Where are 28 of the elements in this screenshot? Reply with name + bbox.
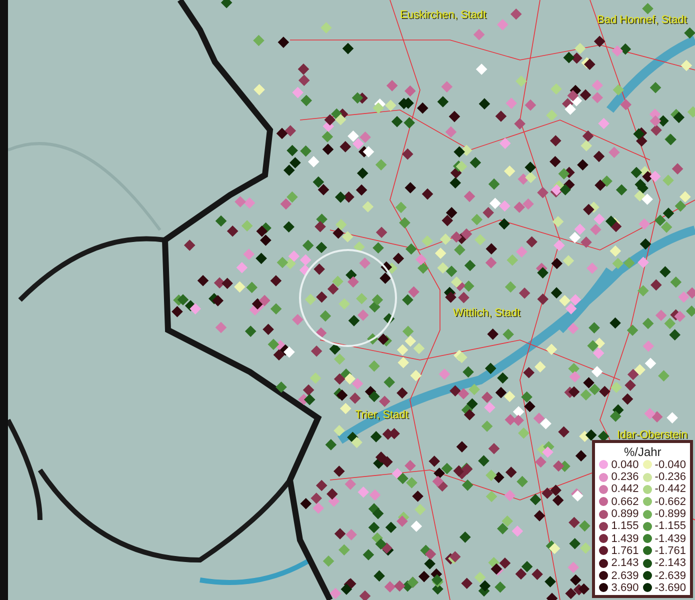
- place-label: Bad Honnef, Stadt: [597, 14, 687, 26]
- legend-value: 0.899: [611, 508, 639, 520]
- legend-value: -3.690: [654, 582, 686, 594]
- legend-value: 0.442: [611, 483, 639, 496]
- legend-value: 1.761: [611, 544, 639, 557]
- legend-value: 3.690: [611, 582, 639, 594]
- place-label: Euskirchen, Stadt: [400, 9, 486, 21]
- legend-value: 0.662: [611, 496, 639, 508]
- legend-value: -2.143: [654, 557, 686, 570]
- legend-value: -2.639: [654, 570, 686, 582]
- legend-value: 1.155: [611, 520, 639, 532]
- legend-value: 0.040: [611, 458, 639, 471]
- legend-value: -0.236: [654, 471, 686, 484]
- legend-value: -0.442: [654, 483, 686, 496]
- legend-value: -0.040: [654, 458, 686, 471]
- legend-value: 2.143: [611, 557, 639, 570]
- legend-value: 0.236: [611, 471, 639, 484]
- place-label: Wittlich, Stadt: [453, 307, 520, 319]
- legend-value: -0.662: [654, 496, 686, 508]
- legend-value: 1.439: [611, 532, 639, 545]
- place-label: Idar-Oberstein: [617, 429, 688, 441]
- place-label: Trier, Stadt: [355, 409, 408, 421]
- legend-value: -0.899: [654, 508, 686, 520]
- legend-title: %/Jahr: [624, 444, 662, 459]
- legend-value: -1.761: [654, 544, 686, 557]
- legend-value: 2.639: [611, 570, 639, 582]
- legend-value: -1.155: [654, 520, 686, 532]
- legend-value: -1.439: [654, 532, 686, 545]
